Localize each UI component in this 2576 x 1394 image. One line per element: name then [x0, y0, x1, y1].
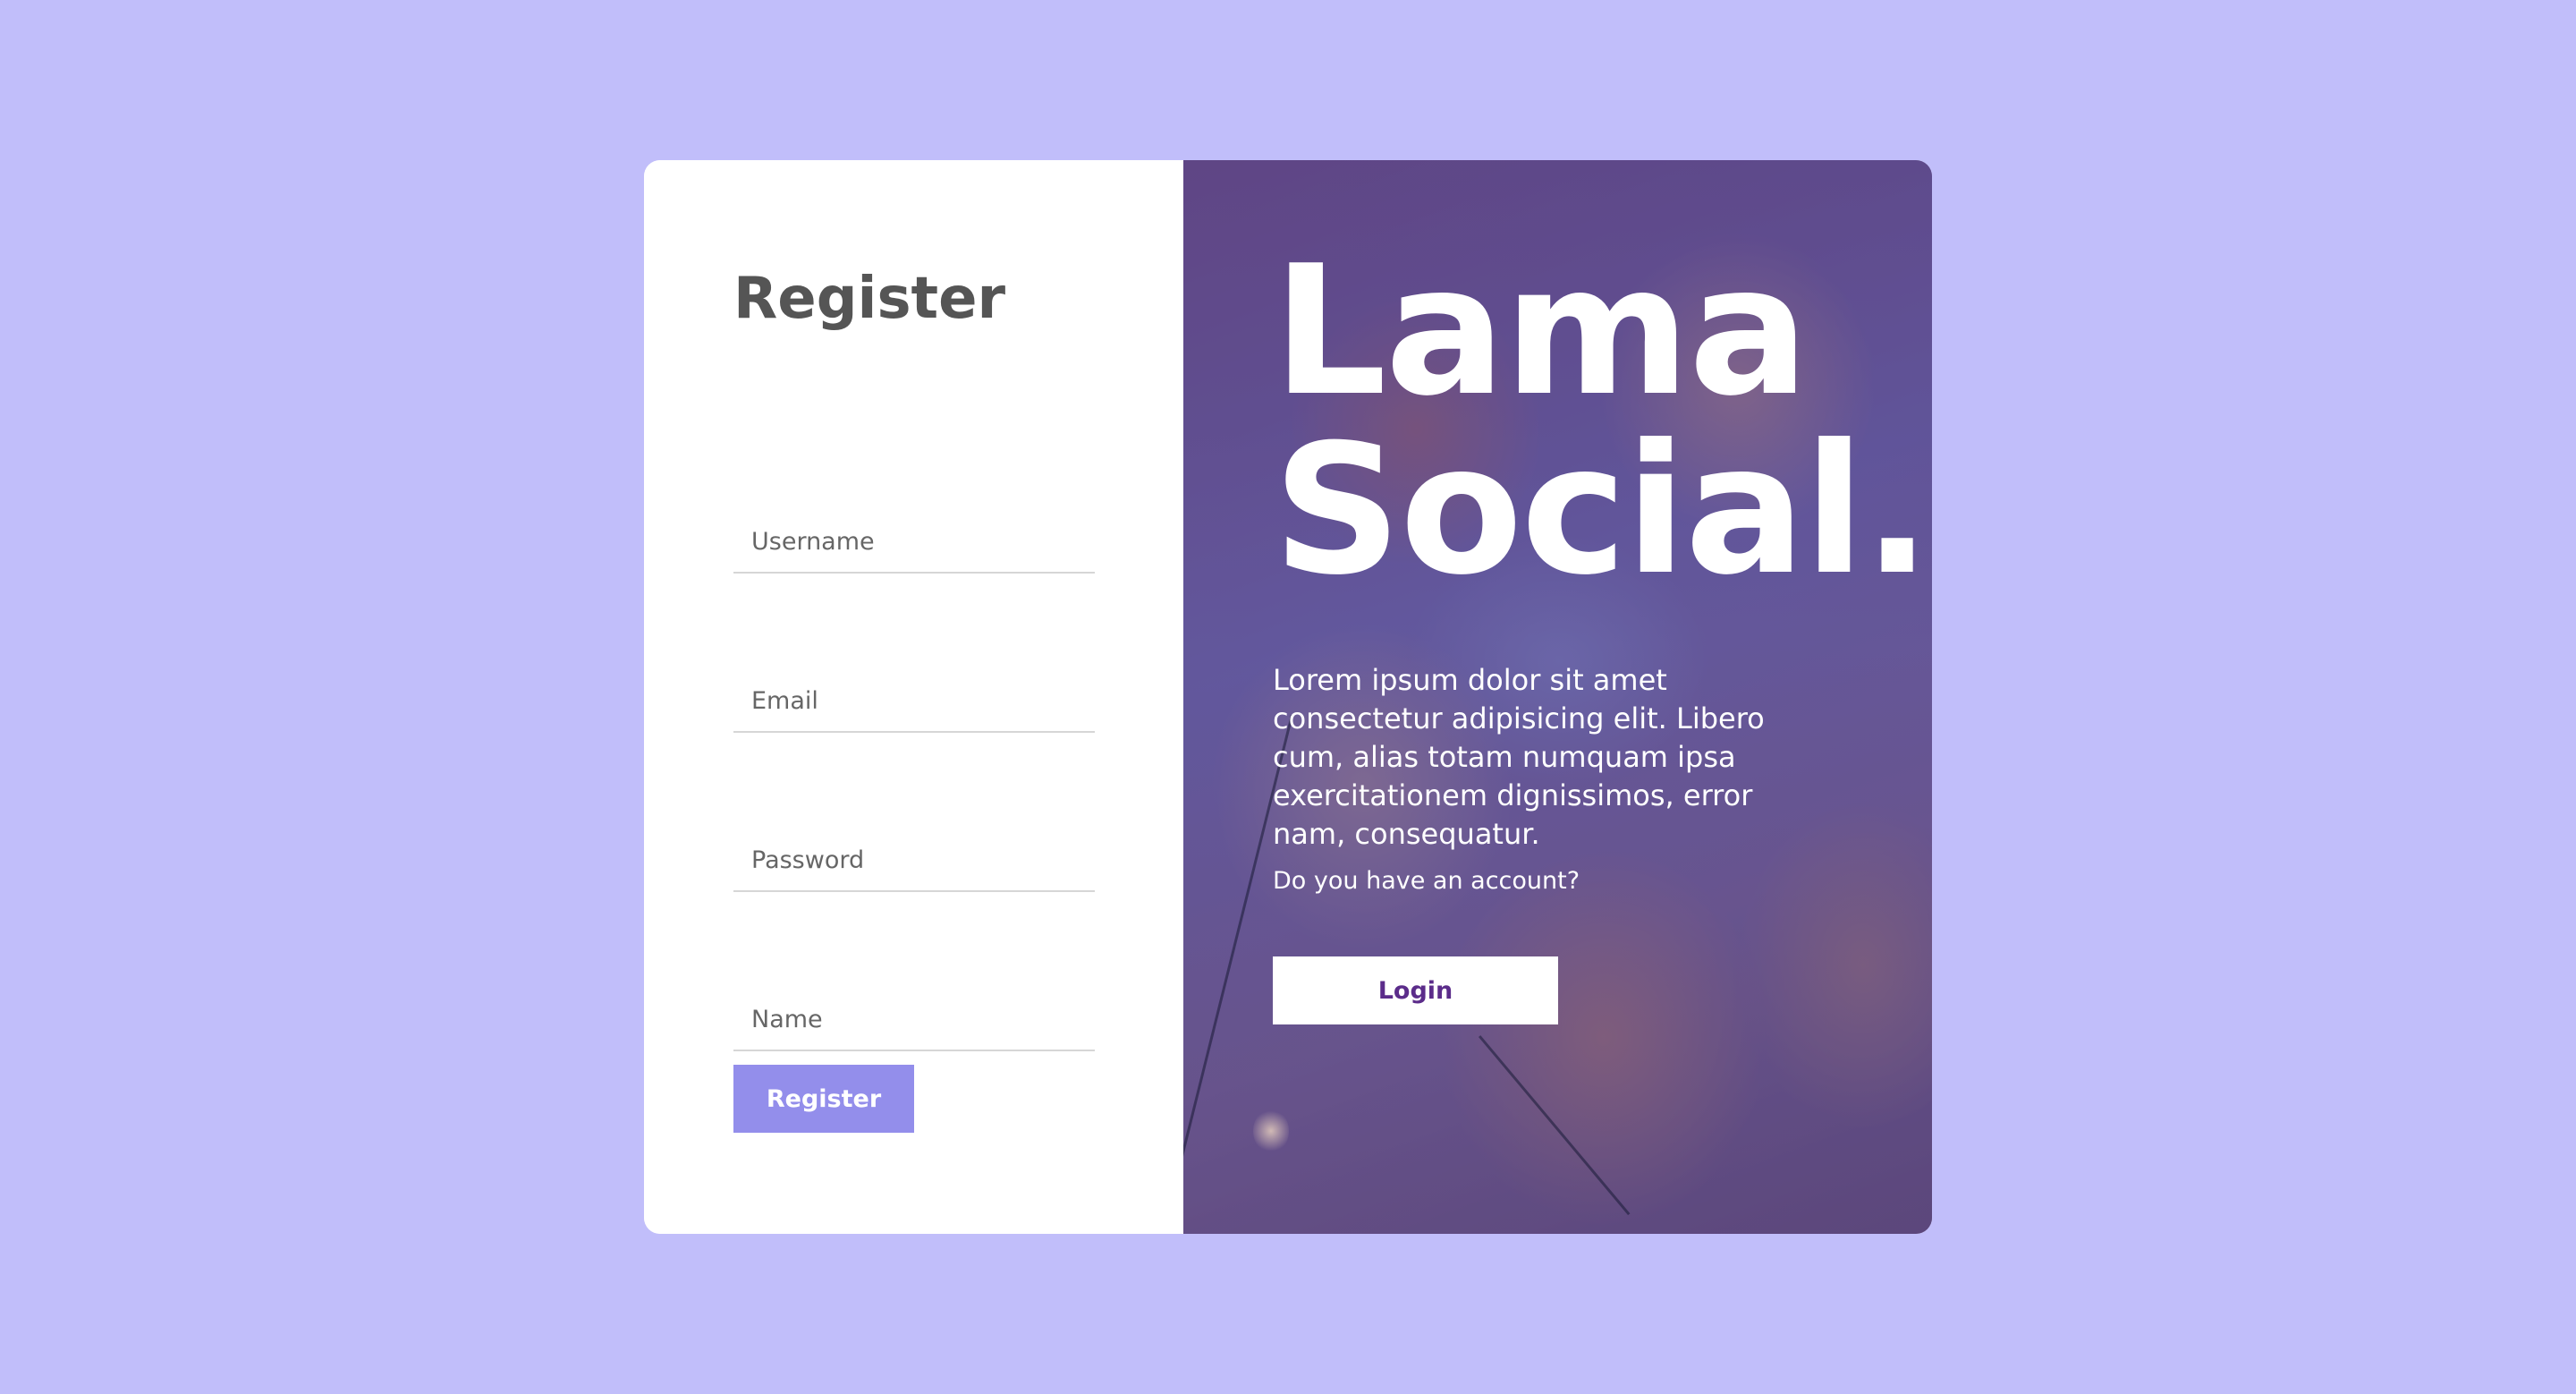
password-field[interactable] [733, 829, 1095, 892]
login-button[interactable]: Login [1273, 956, 1558, 1024]
register-panel: Register Register [644, 160, 1183, 1234]
email-field[interactable] [733, 670, 1095, 733]
brand-line-2: Social. [1273, 406, 1931, 615]
username-field[interactable] [733, 511, 1095, 574]
register-button[interactable]: Register [733, 1065, 914, 1133]
register-card: Register Register Lama Social. Lorem ips… [644, 160, 1932, 1234]
brand-line-1: Lama [1273, 227, 1809, 436]
light-bulb-decoration [1253, 1109, 1289, 1153]
account-question: Do you have an account? [1273, 867, 1580, 895]
page-title: Register [733, 266, 1006, 332]
name-field[interactable] [733, 989, 1095, 1051]
brand-description: Lorem ipsum dolor sit amet consectetur a… [1273, 663, 1765, 851]
brand-panel: Lama Social. Lorem ipsum dolor sit amet … [1183, 160, 1932, 1234]
brand-logo-text: Lama Social. [1273, 242, 1931, 600]
